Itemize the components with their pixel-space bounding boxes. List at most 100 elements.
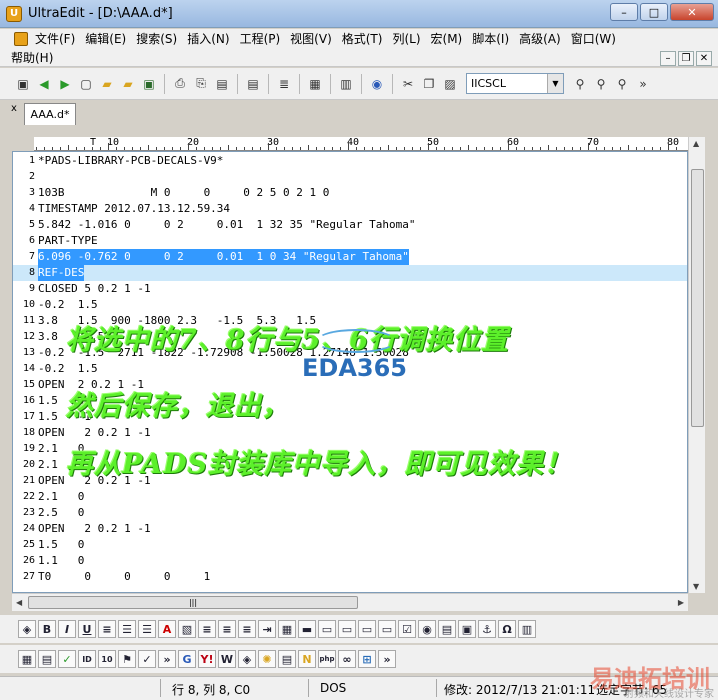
- editor-line[interactable]: 6 PART-TYPE: [13, 233, 687, 249]
- cut-icon[interactable]: ✂: [399, 75, 417, 93]
- menu-column[interactable]: 列(L): [387, 30, 425, 47]
- php-icon[interactable]: php: [318, 650, 336, 668]
- line-text[interactable]: OPEN 2 0.2 1 -1: [38, 425, 151, 441]
- image-icon[interactable]: ▣: [458, 620, 476, 638]
- menu-help[interactable]: 帮助(H): [6, 49, 58, 66]
- special-char-icon[interactable]: Ω: [498, 620, 516, 638]
- print-icon[interactable]: ⎙: [171, 75, 189, 93]
- notes-icon[interactable]: ▤: [278, 650, 296, 668]
- menu-macro[interactable]: 宏(M): [426, 30, 468, 47]
- line-ending-format[interactable]: DOS: [320, 681, 346, 695]
- bullet-list-icon[interactable]: ☰: [118, 620, 136, 638]
- align-center-icon[interactable]: ≡: [218, 620, 236, 638]
- scroll-right-icon[interactable]: ▶: [678, 598, 684, 607]
- line-text[interactable]: *PADS-LIBRARY-PCB-DECALS-V9*: [38, 153, 223, 169]
- id-icon[interactable]: ID: [78, 650, 96, 668]
- minimize-button[interactable]: –: [610, 3, 638, 21]
- scroll-left-icon[interactable]: ◀: [16, 598, 22, 607]
- line-text[interactable]: 1.1 0: [38, 553, 84, 569]
- column-mode-icon[interactable]: ▥: [337, 75, 355, 93]
- grid-icon[interactable]: ▦: [18, 650, 36, 668]
- close-button[interactable]: ✕: [670, 3, 714, 21]
- lightbulb-icon[interactable]: ✺: [258, 650, 276, 668]
- find-replace-icon[interactable]: ⚲: [592, 75, 610, 93]
- vertical-scroll-thumb[interactable]: [691, 169, 704, 427]
- html-preview-icon[interactable]: ◈: [18, 620, 36, 638]
- editor-line[interactable]: 22 2.1 0: [13, 489, 687, 505]
- paste-icon[interactable]: ▨: [441, 75, 459, 93]
- indent-icon[interactable]: ⇥: [258, 620, 276, 638]
- spell-check-icon[interactable]: ✓: [138, 650, 156, 668]
- button-element-icon[interactable]: ▭: [358, 620, 376, 638]
- doc-close-button[interactable]: ✕: [696, 51, 712, 66]
- menu-advanced[interactable]: 高级(A): [514, 30, 566, 47]
- maximize-button[interactable]: □: [640, 3, 668, 21]
- n-icon[interactable]: N: [298, 650, 316, 668]
- editor-line[interactable]: 4 TIMESTAMP 2012.07.13.12.59.34: [13, 201, 687, 217]
- radio-element-icon[interactable]: ◉: [418, 620, 436, 638]
- back-arrow-icon[interactable]: ◀: [35, 75, 53, 93]
- horizontal-rule-icon[interactable]: ▬: [298, 620, 316, 638]
- editor-line[interactable]: 25 1.5 0: [13, 537, 687, 553]
- close-tab-icon[interactable]: x: [11, 103, 17, 114]
- page-setup-icon[interactable]: ▤: [244, 75, 262, 93]
- hex-mode-icon[interactable]: ▦: [306, 75, 324, 93]
- toolbar-options-icon[interactable]: »: [634, 75, 652, 93]
- document-menu-icon[interactable]: [14, 31, 28, 46]
- find-icon[interactable]: ⚲: [571, 75, 589, 93]
- editor-line[interactable]: 23 2.5 0: [13, 505, 687, 521]
- horizontal-scroll-thumb[interactable]: |||: [28, 596, 358, 609]
- menu-format[interactable]: 格式(T): [337, 30, 388, 47]
- editor-line[interactable]: 18 OPEN 2 0.2 1 -1: [13, 425, 687, 441]
- textfield-icon[interactable]: ▭: [318, 620, 336, 638]
- line-text[interactable]: TIMESTAMP 2012.07.13.12.59.34: [38, 201, 230, 217]
- menu-view[interactable]: 视图(V): [285, 30, 337, 47]
- bold-icon[interactable]: B: [38, 620, 56, 638]
- horizontal-scrollbar[interactable]: ◀ ||| ▶: [12, 593, 688, 611]
- print-setup-icon[interactable]: ▤: [213, 75, 231, 93]
- line-text[interactable]: -0.2 1.5: [38, 297, 98, 313]
- doc-minimize-button[interactable]: –: [660, 51, 676, 66]
- toolbar-more-icon[interactable]: »: [378, 650, 396, 668]
- find-in-files-icon[interactable]: ⚲: [613, 75, 631, 93]
- line-text[interactable]: 6.096 -0.762 0 0 2 0.01 1 0 34 "Regular …: [38, 249, 409, 265]
- editor-line[interactable]: 3 103B M 0 0 0 2 5 0 2 1 0: [13, 185, 687, 201]
- open-folder-icon[interactable]: ▰: [98, 75, 116, 93]
- align-right-icon[interactable]: ≡: [238, 620, 256, 638]
- scroll-up-icon[interactable]: ▲: [693, 139, 699, 148]
- scroll-down-icon[interactable]: ▼: [693, 582, 699, 591]
- validate-icon[interactable]: ✓: [58, 650, 76, 668]
- wikipedia-icon[interactable]: W: [218, 650, 236, 668]
- line-text[interactable]: T0 0 0 0 1: [38, 569, 210, 585]
- editor-line[interactable]: 2: [13, 169, 687, 185]
- link-icon[interactable]: ∞: [338, 650, 356, 668]
- align-justify-icon[interactable]: ≡: [98, 620, 116, 638]
- save-all-icon[interactable]: ▣: [14, 75, 32, 93]
- line-text[interactable]: 5.842 -1.016 0 0 2 0.01 1 32 35 "Regular…: [38, 217, 416, 233]
- editor-line[interactable]: 26 1.1 0: [13, 553, 687, 569]
- ftp-icon[interactable]: ⚑: [118, 650, 136, 668]
- menu-window[interactable]: 窗口(W): [566, 30, 621, 47]
- vertical-scrollbar[interactable]: ▲ ▼: [688, 137, 705, 593]
- windows-icon[interactable]: ⊞: [358, 650, 376, 668]
- password-field-icon[interactable]: ▭: [378, 620, 396, 638]
- save-icon[interactable]: ▣: [140, 75, 158, 93]
- tag-icon[interactable]: 10: [98, 650, 116, 668]
- table-icon[interactable]: ▦: [278, 620, 296, 638]
- menu-insert[interactable]: 插入(N): [182, 30, 234, 47]
- forward-arrow-icon[interactable]: ▶: [56, 75, 74, 93]
- new-file-icon[interactable]: ▢: [77, 75, 95, 93]
- underline-icon[interactable]: U: [78, 620, 96, 638]
- menu-edit[interactable]: 编辑(E): [80, 30, 131, 47]
- line-text[interactable]: 2.1 0: [38, 489, 84, 505]
- line-text[interactable]: 103B M 0 0 0 2 5 0 2 1 0: [38, 185, 329, 201]
- file-tab-aaa[interactable]: AAA.d*: [24, 103, 76, 125]
- yahoo-search-icon[interactable]: Y!: [198, 650, 216, 668]
- editor-line[interactable]: 5 5.842 -1.016 0 0 2 0.01 1 32 35 "Regula…: [13, 217, 687, 233]
- line-text[interactable]: -0.2 1.5: [38, 361, 98, 377]
- menu-file[interactable]: 文件(F): [30, 30, 80, 47]
- form-icon[interactable]: ▥: [518, 620, 536, 638]
- font-color-icon[interactable]: A: [158, 620, 176, 638]
- list-view-icon[interactable]: ▤: [38, 650, 56, 668]
- italic-icon[interactable]: I: [58, 620, 76, 638]
